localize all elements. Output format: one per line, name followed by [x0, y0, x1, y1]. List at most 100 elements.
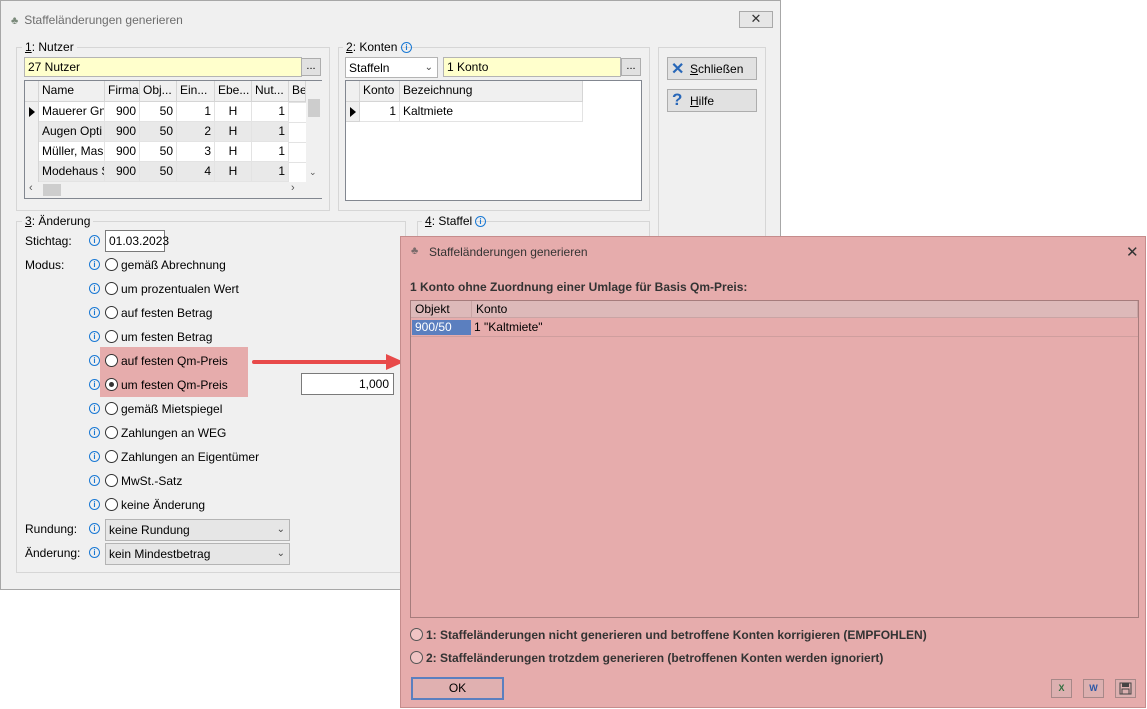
info-icon[interactable]: i: [89, 475, 100, 486]
modus-option[interactable]: i gemäß Mietspiegel: [89, 401, 379, 421]
cell-objekt: 50: [140, 162, 177, 182]
info-icon[interactable]: i: [89, 403, 100, 414]
scroll-right-icon[interactable]: ›: [291, 182, 295, 194]
table-row[interactable]: Mauerer Gn 900 50 1 H 1: [39, 102, 306, 122]
cell-nutzer: 1: [252, 142, 289, 162]
vertical-scrollbar[interactable]: ⌄: [306, 81, 322, 182]
option2-label[interactable]: 2: Staffeländerungen trotzdem generieren…: [426, 651, 883, 665]
row-pointer-icon: [29, 107, 35, 117]
staffel-label-text: : Staffel: [431, 214, 473, 228]
staffel-group-label: 4: Staffel: [422, 214, 476, 228]
info-icon[interactable]: i: [89, 499, 100, 510]
table-row[interactable]: 1 Kaltmiete: [360, 102, 583, 122]
info-icon[interactable]: i: [475, 216, 486, 227]
col-header-bezeichnung[interactable]: Bezeichnung: [400, 81, 583, 102]
app-icon: ♣: [11, 15, 19, 27]
modus-radio[interactable]: [105, 498, 118, 511]
modus-option[interactable]: i um prozentualen Wert: [89, 281, 379, 301]
vertical-scroll-thumb[interactable]: [308, 99, 320, 117]
info-icon[interactable]: i: [89, 427, 100, 438]
dialog-close-button[interactable]: ✕: [1126, 243, 1139, 261]
horizontal-scrollbar[interactable]: ‹ ›: [25, 182, 306, 198]
table-row[interactable]: Modehaus S 900 50 4 H 1: [39, 162, 306, 182]
aenderung-label-key: 3: [25, 214, 32, 228]
konten-select-button[interactable]: ...: [621, 58, 641, 76]
modus-option[interactable]: i um festen Betrag: [89, 329, 379, 349]
ok-button[interactable]: OK: [411, 677, 504, 700]
option1-label[interactable]: 1: Staffeländerungen nicht generieren un…: [426, 628, 927, 642]
cell-nutzer: 1: [252, 122, 289, 142]
modus-radio[interactable]: [105, 450, 118, 463]
modus-radio[interactable]: [105, 354, 118, 367]
modus-option[interactable]: i auf festen Betrag: [89, 305, 379, 325]
modus-option-label: um festen Qm-Preis: [121, 378, 228, 392]
main-title-bar: ♣ Staffeländerungen generieren: [11, 1, 183, 39]
nutzer-group-label: 1: Nutzer: [22, 40, 77, 54]
mindestbetrag-select[interactable]: kein Mindestbetrag ⌄: [105, 543, 290, 565]
word-export-icon[interactable]: W: [1083, 679, 1104, 698]
chevron-down-icon: ⌄: [424, 62, 433, 73]
info-icon[interactable]: i: [89, 523, 100, 534]
modus-radio[interactable]: [105, 426, 118, 439]
col-header-konto[interactable]: Konto: [360, 81, 400, 102]
excel-export-icon[interactable]: X: [1051, 679, 1072, 698]
konten-mode-value: Staffeln: [349, 61, 390, 75]
amount-input[interactable]: 1,000: [301, 373, 394, 395]
help-button[interactable]: ? Hilfe: [667, 89, 757, 112]
cell-name: Modehaus S: [39, 162, 105, 182]
nutzer-select-button[interactable]: ...: [301, 58, 321, 76]
col-header-be[interactable]: Be: [289, 81, 306, 102]
nutzer-field[interactable]: 27 Nutzer: [24, 57, 302, 77]
modus-option[interactable]: i Zahlungen an Eigentümer: [89, 449, 379, 469]
col-header-objekt[interactable]: Obj...: [140, 81, 177, 102]
modus-radio[interactable]: [105, 378, 118, 391]
help-icon: ?: [672, 90, 683, 109]
info-icon[interactable]: i: [89, 451, 100, 462]
cell-konto: 1 "Kaltmiete": [474, 320, 543, 334]
table-row[interactable]: 900/50 1 "Kaltmiete": [411, 319, 1138, 337]
rundung-select[interactable]: keine Rundung ⌄: [105, 519, 290, 541]
col-header-firma[interactable]: Firma: [105, 81, 140, 102]
modus-radio[interactable]: [105, 282, 118, 295]
save-icon[interactable]: [1115, 679, 1136, 698]
col-header-konto[interactable]: Konto: [472, 301, 1138, 318]
info-icon[interactable]: i: [89, 547, 100, 558]
close-button[interactable]: ✕ Schließen: [667, 57, 757, 80]
option2-radio[interactable]: [410, 651, 423, 664]
option1-radio[interactable]: [410, 628, 423, 641]
info-icon[interactable]: i: [89, 379, 100, 390]
modus-radio[interactable]: [105, 474, 118, 487]
col-header-ebene[interactable]: Ebe...: [215, 81, 252, 102]
scroll-down-icon[interactable]: ⌄: [309, 167, 317, 178]
table-row[interactable]: Augen Opti 900 50 2 H 1: [39, 122, 306, 142]
stichtag-input[interactable]: 01.03.2023: [105, 230, 169, 252]
col-header-nutzer[interactable]: Nut...: [252, 81, 289, 102]
modus-option[interactable]: i gemäß Abrechnung: [89, 257, 379, 277]
konten-mode-select[interactable]: Staffeln ⌄: [345, 57, 438, 78]
konten-group-label: 2: Konten: [343, 40, 401, 54]
modus-radio[interactable]: [105, 306, 118, 319]
main-close-button[interactable]: ✕: [739, 11, 773, 28]
info-icon[interactable]: i: [89, 331, 100, 342]
table-row[interactable]: Müller, Mas 900 50 3 H 1: [39, 142, 306, 162]
info-icon[interactable]: i: [89, 259, 100, 270]
col-header-einheit[interactable]: Ein...: [177, 81, 215, 102]
col-header-objekt[interactable]: Objekt: [411, 301, 472, 318]
konten-field[interactable]: 1 Konto: [443, 57, 621, 77]
horizontal-scroll-thumb[interactable]: [43, 184, 61, 196]
modus-option[interactable]: i keine Änderung: [89, 497, 379, 517]
modus-radio[interactable]: [105, 402, 118, 415]
info-icon[interactable]: i: [401, 42, 412, 53]
modus-radio[interactable]: [105, 258, 118, 271]
info-icon[interactable]: i: [89, 307, 100, 318]
modus-radio[interactable]: [105, 330, 118, 343]
info-icon[interactable]: i: [89, 355, 100, 366]
modus-option-label: MwSt.-Satz: [121, 474, 183, 488]
col-header-name[interactable]: Name: [39, 81, 105, 102]
modus-option[interactable]: i MwSt.-Satz: [89, 473, 379, 493]
close-button-label: Schließen: [690, 62, 743, 76]
scroll-left-icon[interactable]: ‹: [29, 182, 33, 194]
info-icon[interactable]: i: [89, 283, 100, 294]
modus-option[interactable]: i Zahlungen an WEG: [89, 425, 379, 445]
info-icon[interactable]: i: [89, 235, 100, 246]
